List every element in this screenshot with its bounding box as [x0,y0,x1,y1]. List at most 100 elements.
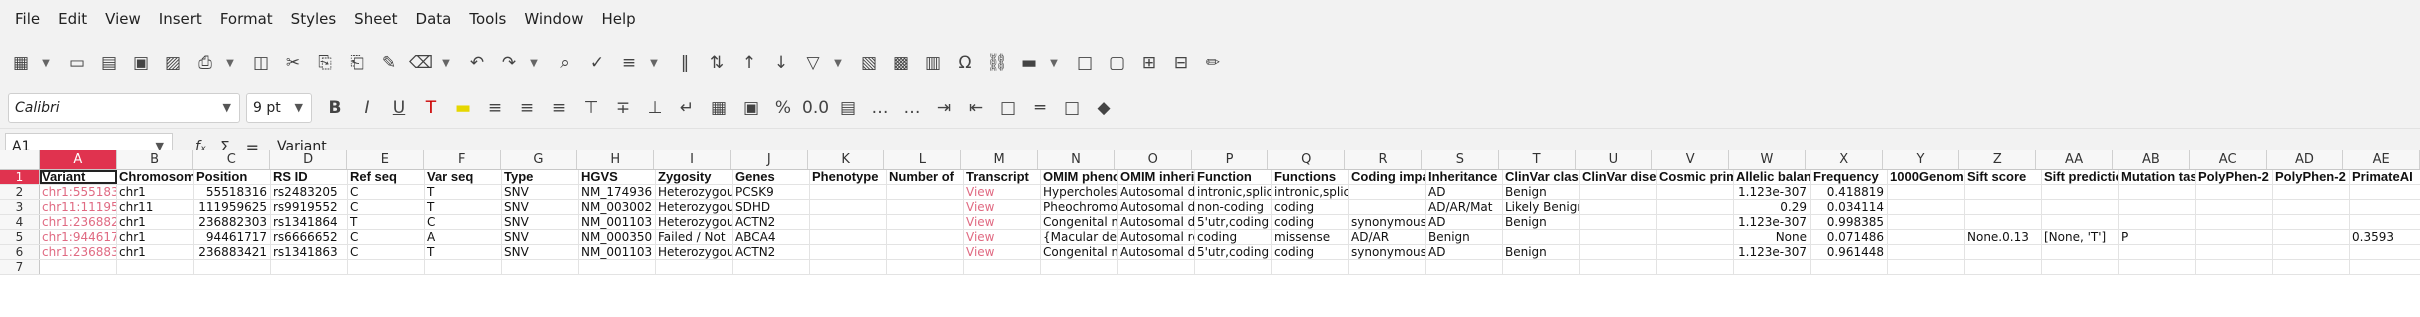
table-cell[interactable]: chr11:111959625 [40,200,117,214]
delete-decimal-icon[interactable]: … [899,94,925,122]
column-header-ad[interactable]: AD [2267,150,2344,169]
table-cell[interactable]: Benign [1503,185,1580,199]
table-cell[interactable]: SNV [502,245,579,259]
table-cell[interactable]: None.0.13 [1965,230,2042,244]
table-cell[interactable]: coding [1272,215,1349,229]
define-print-area-icon[interactable]: ▢ [1104,49,1130,77]
header-cell[interactable]: Sift score [1965,170,2042,184]
column-header-f[interactable]: F [424,150,501,169]
table-cell[interactable]: ABCA4 [733,230,810,244]
spreadsheet-grid[interactable]: A B C D E F G H I J K L M N O P Q R S T U V W X Y Z AA AB AC AD AE 1 Va… [0,150,2420,275]
column-header-x[interactable]: X [1806,150,1883,169]
table-cell[interactable] [348,260,425,274]
table-cell[interactable]: View [964,200,1041,214]
chevron-down-icon[interactable]: ▼ [224,49,236,77]
table-cell[interactable]: P [2119,230,2196,244]
table-cell[interactable] [1580,245,1657,259]
table-cell[interactable]: 5'utr,coding [1195,215,1272,229]
menu-insert[interactable]: Insert [150,10,211,28]
header-cell[interactable]: Number of [887,170,964,184]
table-cell[interactable] [1965,245,2042,259]
table-cell[interactable]: 111959625 [194,200,271,214]
table-cell[interactable]: [None, 'T'] [2042,230,2119,244]
table-cell[interactable]: rs1341863 [271,245,348,259]
table-cell[interactable]: SNV [502,185,579,199]
header-cell[interactable]: Coding impact [1349,170,1426,184]
table-cell[interactable]: T [425,200,502,214]
table-cell[interactable]: chr1:236882303 [40,215,117,229]
font-color-icon[interactable]: T [418,94,444,122]
date-icon[interactable]: ▤ [835,94,861,122]
table-cell[interactable] [2042,215,2119,229]
table-cell[interactable]: C [348,185,425,199]
align-middle-icon[interactable]: ∓ [610,94,636,122]
table-cell[interactable]: 236882303 [194,215,271,229]
header-cell[interactable]: OMIM phenotype [1041,170,1118,184]
column-header-c[interactable]: C [193,150,271,169]
table-cell[interactable]: Autosomal dominant [1118,245,1195,259]
table-cell[interactable] [810,230,887,244]
column-header-y[interactable]: Y [1883,150,1960,169]
table-cell[interactable] [502,260,579,274]
header-cell[interactable]: 1000Genomes [1888,170,1965,184]
table-cell[interactable] [1888,260,1965,274]
column-header-e[interactable]: E [347,150,424,169]
table-cell[interactable]: C [425,215,502,229]
underline-icon[interactable]: U [386,94,412,122]
table-cell[interactable]: NM_000350 [579,230,656,244]
table-cell[interactable] [2350,215,2420,229]
table-cell[interactable] [964,260,1041,274]
table-cell[interactable]: Hypercholesterolemia [1041,185,1118,199]
border-icon[interactable]: □ [995,94,1021,122]
table-cell[interactable]: Benign [1426,230,1503,244]
header-cell[interactable]: Var seq [425,170,502,184]
autofilter-icon[interactable]: ▽ [800,49,826,77]
sort-desc-icon[interactable]: ↓ [768,49,794,77]
print-icon[interactable]: ⎙ [192,49,218,77]
align-bottom-icon[interactable]: ⊥ [642,94,668,122]
table-cell[interactable]: Benign [1503,245,1580,259]
table-cell[interactable] [1657,185,1734,199]
table-cell[interactable] [887,230,964,244]
chevron-down-icon[interactable]: ▼ [223,101,231,114]
find-icon[interactable]: ⌕ [552,49,578,77]
column-header-s[interactable]: S [1422,150,1499,169]
table-cell[interactable]: View [964,215,1041,229]
column-icon[interactable]: ‖ [672,49,698,77]
column-header-i[interactable]: I [654,150,731,169]
table-cell[interactable] [656,260,733,274]
table-cell[interactable]: NM_003002 [579,200,656,214]
table-cell[interactable]: intronic,splicing [1195,185,1272,199]
table-cell[interactable]: chr1 [117,185,194,199]
header-cell[interactable]: PrimateAI [2350,170,2420,184]
table-cell[interactable]: AD [1426,245,1503,259]
table-cell[interactable] [2042,185,2119,199]
table-cell[interactable] [887,215,964,229]
table-cell[interactable]: C [348,200,425,214]
table-cell[interactable]: A [425,230,502,244]
column-header-l[interactable]: L [884,150,962,169]
table-cell[interactable]: View [964,245,1041,259]
conditional-icon[interactable]: ◆ [1091,94,1117,122]
table-cell[interactable]: PCSK9 [733,185,810,199]
special-char-icon[interactable]: Ω [952,49,978,77]
table-cell[interactable] [1580,200,1657,214]
column-header-h[interactable]: H [577,150,655,169]
highlight-icon[interactable]: ▬ [450,94,476,122]
column-header-w[interactable]: W [1729,150,1806,169]
table-cell[interactable] [2119,245,2196,259]
table-cell[interactable] [2273,245,2350,259]
align-center-icon[interactable]: ≡ [514,94,540,122]
header-cell[interactable]: Function [1195,170,1272,184]
export-pdf-icon[interactable]: ▨ [160,49,186,77]
table-cell[interactable] [1888,200,1965,214]
table-cell[interactable] [1118,260,1195,274]
table-cell[interactable] [1195,260,1272,274]
row-header[interactable]: 3 [0,200,40,214]
cut-icon[interactable]: ✂ [280,49,306,77]
table-cell[interactable]: T [348,215,425,229]
table-cell[interactable]: Pheochromocytoma [1041,200,1118,214]
column-header-ae[interactable]: AE [2343,150,2420,169]
table-cell[interactable] [1580,215,1657,229]
table-cell[interactable] [2119,200,2196,214]
